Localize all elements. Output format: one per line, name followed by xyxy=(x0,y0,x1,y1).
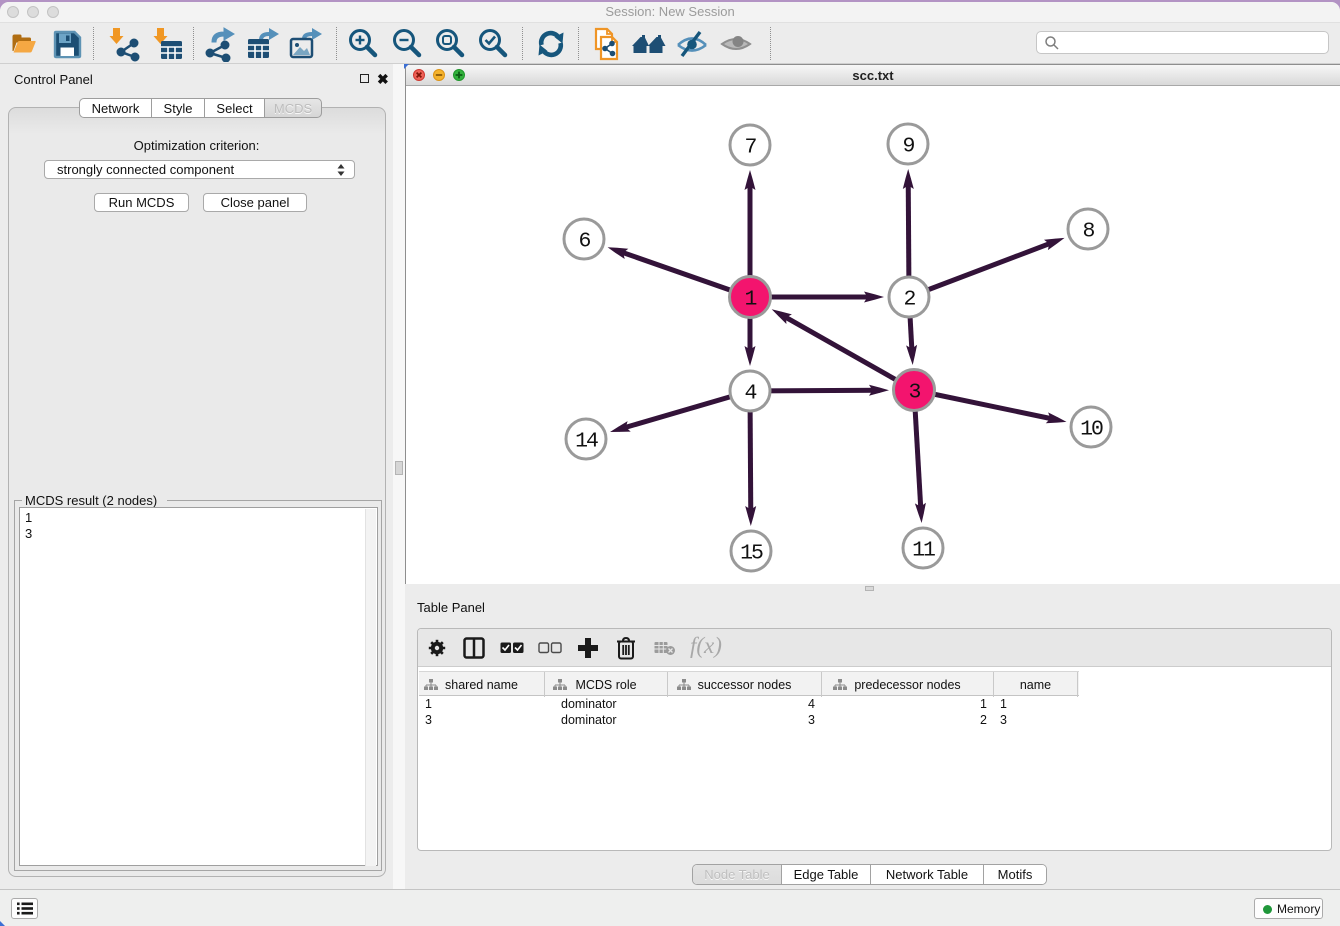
svg-text:1: 1 xyxy=(745,288,757,312)
svg-text:11: 11 xyxy=(912,539,935,563)
svg-text:9: 9 xyxy=(903,135,915,159)
svg-text:6: 6 xyxy=(579,230,591,254)
svg-text:4: 4 xyxy=(745,382,757,406)
svg-text:14: 14 xyxy=(575,430,598,454)
svg-text:15: 15 xyxy=(740,542,763,566)
svg-text:3: 3 xyxy=(909,381,921,405)
svg-text:8: 8 xyxy=(1083,220,1095,244)
svg-text:7: 7 xyxy=(745,136,757,160)
svg-text:2: 2 xyxy=(904,288,916,312)
svg-text:10: 10 xyxy=(1080,418,1103,442)
